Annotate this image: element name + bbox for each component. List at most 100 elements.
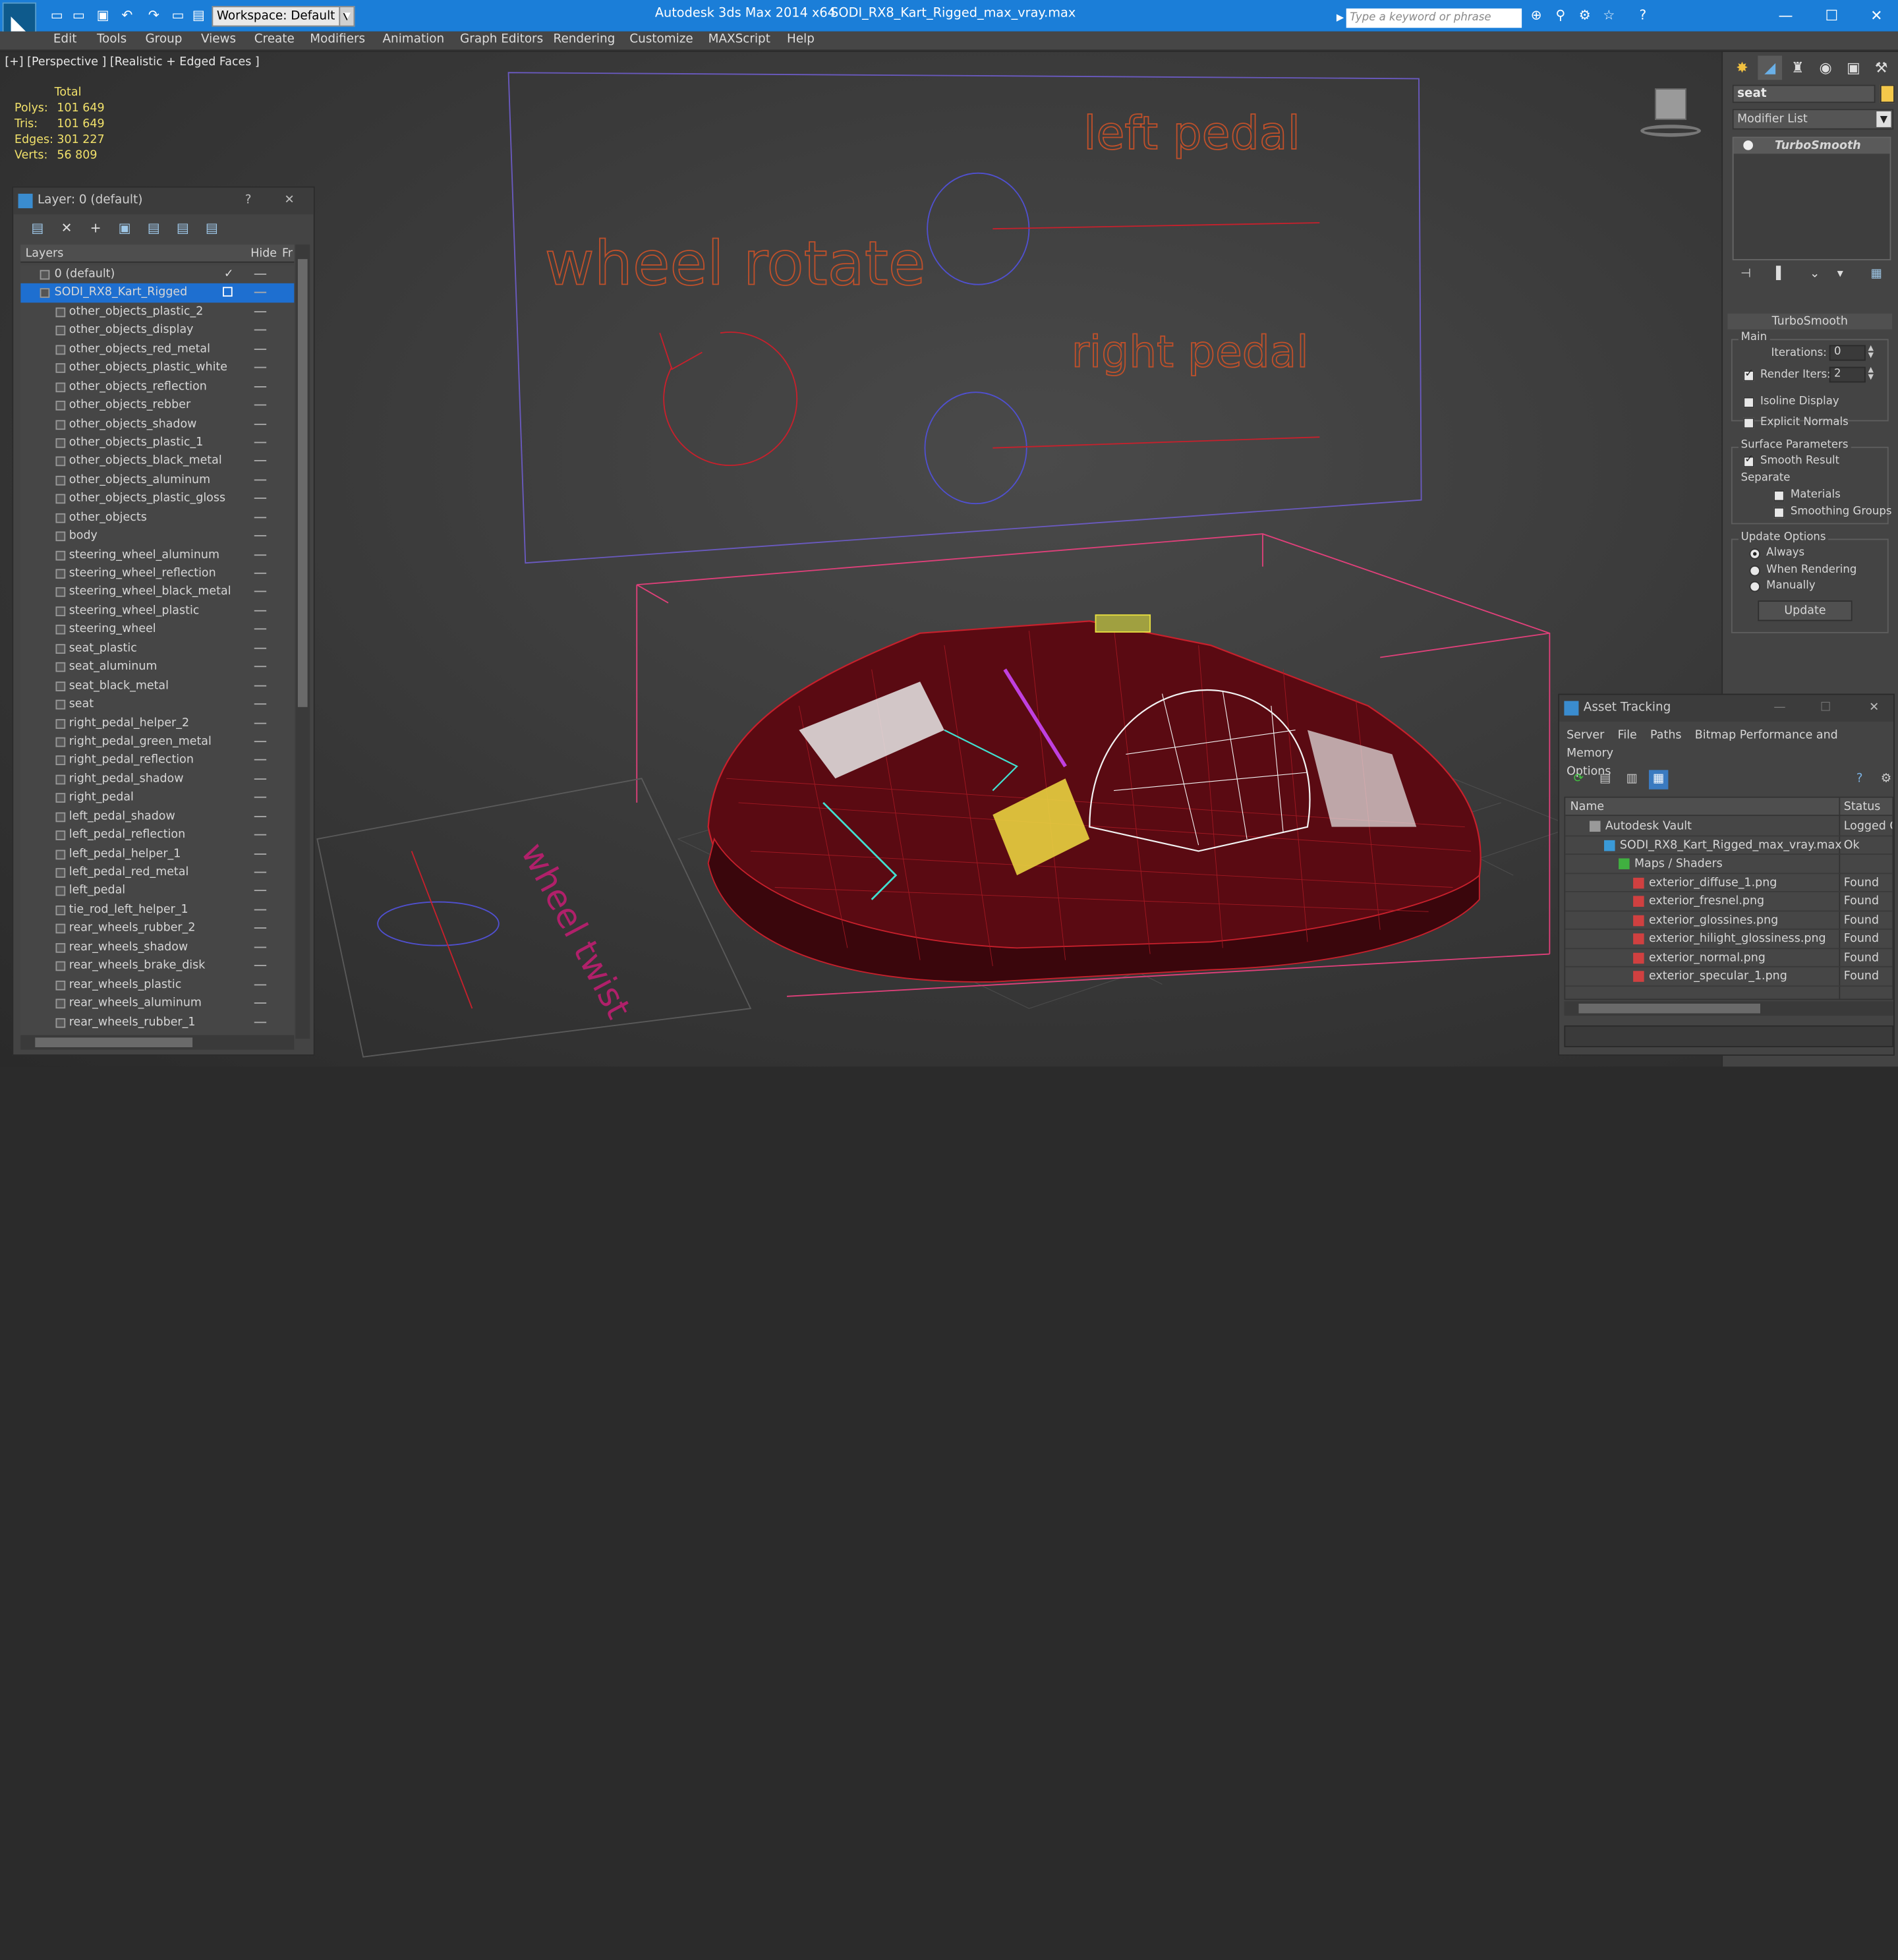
grid-view-icon[interactable]: ▦ [1648,770,1669,790]
configure-sets-icon[interactable]: ▦ [1868,268,1885,287]
asset-row[interactable]: exterior_fresnel.png Found [1565,892,1893,911]
layer-row[interactable]: left_pedal_shadow [20,807,294,826]
hide-toggle[interactable] [254,516,267,518]
workspace-dropdown[interactable]: Workspace: Default ▼ [212,6,355,27]
asset-row[interactable]: exterior_specular_1.png Found [1565,967,1893,987]
layer-list-scrollbar[interactable] [295,245,310,1039]
layer-row[interactable]: left_pedal_helper_1 [20,844,294,863]
hide-toggle[interactable] [254,479,267,480]
settings-icon[interactable]: ⚙ [1876,770,1895,789]
col-layers[interactable]: Layers [26,245,64,263]
col-name[interactable]: Name [1570,798,1604,817]
help-icon[interactable]: ? [236,188,260,214]
modify-tab-icon[interactable]: ◢ [1758,55,1783,80]
hscrollbar-thumb[interactable] [35,1037,193,1048]
asset-row[interactable]: exterior_glossines.png Found [1565,911,1893,930]
layer-row[interactable]: seat_aluminum [20,658,294,676]
layer-row[interactable]: right_pedal_helper_2 [20,714,294,732]
save-icon[interactable]: ▣ [94,7,111,24]
help-icon[interactable]: ? [1634,7,1652,24]
hide-toggle[interactable] [254,871,267,873]
layer-row[interactable]: rear_wheels_plastic [20,975,294,994]
layer-row[interactable]: rear_wheels_rubber_1 [20,1013,294,1031]
hide-toggle[interactable] [254,423,267,424]
hide-toggle[interactable] [254,853,267,855]
hide-toggle[interactable] [254,797,267,799]
hide-toggle[interactable] [254,666,267,668]
subscription-icon[interactable]: ⚲ [1552,7,1569,24]
layer-row[interactable]: rear_wheels_brake_disk [20,957,294,975]
floor-rig-circle[interactable] [377,901,500,946]
layer-row[interactable]: other_objects_plastic_1 [20,434,294,452]
layer-row[interactable]: steering_wheel_reflection [20,564,294,583]
asset-row[interactable]: Autodesk Vault Logged O [1565,817,1893,836]
turbosmooth-rollout-header[interactable]: TurboSmooth [1727,313,1893,330]
hide-toggle[interactable] [254,498,267,500]
layer-row[interactable]: left_pedal [20,882,294,900]
highlight-layer-icon[interactable]: ▤ [144,219,163,238]
communication-icon[interactable]: ⚙ [1576,7,1594,24]
create-layer-icon[interactable]: ▤ [28,219,47,238]
layer-row[interactable]: tie_rod_left_helper_1 [20,900,294,919]
smoothing-groups-checkbox[interactable] [1773,507,1785,519]
layer-row[interactable]: other_objects_reflection [20,377,294,395]
utilities-tab-icon[interactable]: ⚒ [1869,56,1893,80]
hide-toggle[interactable] [254,610,267,612]
refresh-icon[interactable]: ⟳ [1569,770,1588,789]
layer-row[interactable]: right_pedal [20,788,294,807]
update-button[interactable]: Update [1758,600,1853,621]
maximize-button[interactable]: ☐ [1808,3,1856,29]
close-icon[interactable]: ✕ [277,188,302,214]
hide-toggle[interactable] [254,722,267,724]
layer-row[interactable]: body [20,527,294,545]
layer-row[interactable]: other_objects_red_metal [20,340,294,359]
project-folder-icon[interactable]: ▭ [169,7,187,24]
hierarchy-tab-icon[interactable]: ♜ [1786,56,1810,80]
hide-toggle[interactable] [254,890,267,892]
layer-row[interactable]: steering_wheel [20,620,294,639]
hide-toggle[interactable] [254,366,267,368]
add-to-layer-icon[interactable]: + [86,219,105,238]
menu-group[interactable]: Group [145,33,182,46]
layer-row[interactable]: left_pedal_red_metal [20,863,294,882]
hide-toggle[interactable] [254,292,267,294]
hide-toggle[interactable] [254,572,267,574]
scrollbar-thumb[interactable] [297,259,308,707]
layer-list-hscrollbar[interactable] [20,1035,295,1050]
hide-toggle[interactable] [254,591,267,593]
layer-row[interactable]: other_objects_shadow [20,415,294,433]
materials-checkbox[interactable] [1773,490,1785,502]
asset-menu-server[interactable]: Server [1567,729,1604,742]
layer-row[interactable]: steering_wheel_black_metal [20,583,294,601]
new-file-icon[interactable]: ▭ [48,7,65,24]
layer-row[interactable]: other_objects_plastic_2 [20,303,294,321]
hide-toggle[interactable] [254,535,267,537]
hide-toggle[interactable] [254,554,267,556]
layer-row[interactable]: seat_black_metal [20,676,294,695]
display-tab-icon[interactable]: ▣ [1841,56,1866,80]
hide-toggle[interactable] [254,628,267,630]
asset-hscrollbar[interactable] [1564,1001,1894,1016]
spinner-arrows-icon[interactable]: ▲ ▼ [1868,366,1876,383]
hide-all-icon[interactable]: ▤ [173,219,192,238]
hide-toggle[interactable] [254,348,267,350]
lightbulb-icon[interactable] [1743,140,1753,150]
asset-menu-paths[interactable]: Paths [1650,729,1681,742]
asset-row[interactable]: Maps / Shaders [1565,855,1893,874]
hide-toggle[interactable] [254,759,267,761]
layer-row[interactable]: rear_wheels_shadow [20,938,294,956]
current-layer-toggle[interactable] [223,287,233,297]
hide-toggle[interactable] [254,927,267,929]
hide-toggle[interactable] [254,778,267,780]
redo-icon[interactable]: ↷ [145,7,162,24]
list-view-icon[interactable]: ▤ [1596,770,1615,789]
layer-row[interactable]: steering_wheel_aluminum [20,546,294,564]
dropdown-arrow-icon[interactable]: ▾ [339,7,356,24]
isoline-display-checkbox[interactable] [1743,397,1754,409]
manually-radio[interactable] [1749,581,1760,592]
set-project-icon[interactable]: ▤ [190,7,207,24]
layer-row[interactable]: other_objects [20,508,294,527]
hide-toggle[interactable] [254,965,267,967]
hscrollbar-thumb[interactable] [1578,1003,1760,1014]
menu-maxscript[interactable]: MAXScript [708,33,770,46]
